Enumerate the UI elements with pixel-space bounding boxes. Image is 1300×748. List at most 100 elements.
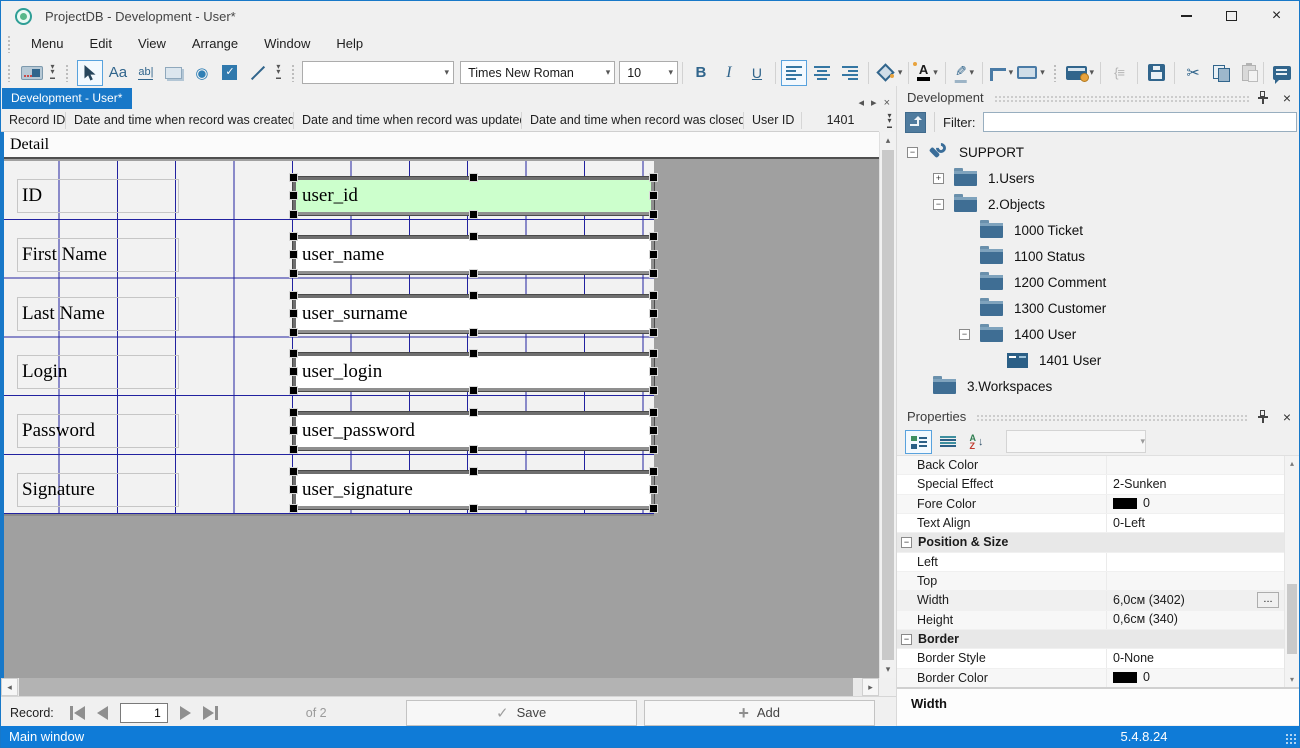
- close-panel-icon[interactable]: ×: [1279, 91, 1295, 105]
- last-record-button[interactable]: [203, 706, 218, 720]
- tree-item-workspaces[interactable]: 3.Workspaces: [897, 373, 1300, 396]
- tree-item-support[interactable]: − SUPPORT: [897, 139, 1300, 165]
- highlight-color-button[interactable]: ✎: [951, 60, 977, 86]
- pin-icon[interactable]: [1257, 410, 1269, 423]
- properties-scrollbar[interactable]: ▴ ▾: [1284, 456, 1299, 687]
- selection-handle[interactable]: [290, 174, 297, 181]
- toolbar-grip[interactable]: [1053, 64, 1058, 82]
- selection-handle[interactable]: [290, 387, 297, 394]
- selection-handle[interactable]: [290, 270, 297, 277]
- property-row-width[interactable]: Width 6,0см (3402)...: [897, 591, 1300, 610]
- tree-item-1300-customer[interactable]: 1300 Customer: [897, 295, 1300, 321]
- selection-handle[interactable]: [650, 270, 657, 277]
- selection-handle[interactable]: [470, 468, 477, 475]
- form-settings-button[interactable]: [1065, 60, 1095, 86]
- selection-handle[interactable]: [470, 409, 477, 416]
- designer-field-user-password[interactable]: user_password: [293, 412, 654, 450]
- tree-item-1200-comment[interactable]: 1200 Comment: [897, 269, 1300, 295]
- selection-handle[interactable]: [650, 350, 657, 357]
- textbox-tool-button[interactable]: ab|: [133, 60, 159, 86]
- property-row-top[interactable]: Top: [897, 572, 1300, 591]
- select-pointer-button[interactable]: [77, 60, 103, 86]
- property-group-position-size[interactable]: − Position & Size: [897, 533, 1300, 552]
- menu-item-arrange[interactable]: Arrange: [179, 33, 251, 54]
- paste-button[interactable]: [1236, 60, 1262, 86]
- tab-development-user[interactable]: Development - User*: [2, 88, 132, 109]
- vertical-scrollbar[interactable]: ▴ ▾: [879, 132, 896, 678]
- bold-button[interactable]: B: [688, 60, 714, 86]
- header-updated[interactable]: Date and time when record was updated: [294, 112, 522, 129]
- property-row-back-color[interactable]: Back Color: [897, 456, 1300, 475]
- designer-field-user-name[interactable]: user_name: [293, 236, 654, 274]
- comments-panel-button[interactable]: [1269, 60, 1295, 86]
- horizontal-scrollbar[interactable]: ◂ ▸: [1, 678, 879, 696]
- selection-handle[interactable]: [290, 211, 297, 218]
- selection-handle[interactable]: [650, 310, 657, 317]
- cut-button[interactable]: ✂: [1180, 60, 1206, 86]
- fill-color-button[interactable]: [874, 60, 903, 86]
- header-user-id-value[interactable]: 1401: [802, 112, 879, 129]
- first-record-button[interactable]: [70, 706, 85, 720]
- designer-label[interactable]: Password: [17, 414, 179, 448]
- scroll-up-icon[interactable]: ▴: [1285, 456, 1299, 471]
- selection-handle[interactable]: [650, 292, 657, 299]
- selection-handle[interactable]: [290, 310, 297, 317]
- property-row-fore-color[interactable]: Fore Color 0: [897, 495, 1300, 514]
- italic-button[interactable]: I: [716, 60, 742, 86]
- selection-handle[interactable]: [470, 211, 477, 218]
- tree-item-1000-ticket[interactable]: 1000 Ticket: [897, 217, 1300, 243]
- form-view-button[interactable]: [19, 60, 45, 86]
- font-size-combobox[interactable]: 10: [619, 61, 678, 84]
- header-user-id[interactable]: User ID: [744, 112, 802, 129]
- save-button[interactable]: [1143, 60, 1169, 86]
- tree-item-users[interactable]: + 1.Users: [897, 165, 1300, 191]
- collapse-icon[interactable]: −: [933, 199, 944, 210]
- selection-handle[interactable]: [650, 409, 657, 416]
- designer-field-user-login[interactable]: user_login: [293, 353, 654, 391]
- collapse-icon[interactable]: −: [907, 147, 918, 158]
- selection-handle[interactable]: [470, 292, 477, 299]
- designer-field-user-id[interactable]: user_id: [293, 177, 654, 215]
- selection-handle[interactable]: [470, 233, 477, 240]
- header-created[interactable]: Date and time when record was created: [66, 112, 294, 129]
- selection-handle[interactable]: [470, 270, 477, 277]
- list-view-button[interactable]: [934, 430, 961, 454]
- property-group-border[interactable]: − Border: [897, 630, 1300, 649]
- property-object-combobox[interactable]: [1006, 430, 1146, 453]
- current-record-input[interactable]: [120, 703, 168, 723]
- copy-button[interactable]: [1208, 60, 1234, 86]
- header-closed[interactable]: Date and time when record was closed: [522, 112, 744, 129]
- selection-handle[interactable]: [290, 368, 297, 375]
- font-color-button[interactable]: A: [914, 60, 940, 86]
- property-row-height[interactable]: Height 0,6см (340): [897, 611, 1300, 630]
- selection-handle[interactable]: [650, 192, 657, 199]
- collapse-icon[interactable]: −: [901, 537, 912, 548]
- sort-alphabetical-button[interactable]: AZ↓: [963, 430, 990, 454]
- collapse-icon[interactable]: −: [901, 634, 912, 645]
- selection-handle[interactable]: [650, 446, 657, 453]
- toolbar-grip[interactable]: [65, 64, 70, 82]
- vertical-scrollbar-thumb[interactable]: [882, 150, 894, 660]
- selection-handle[interactable]: [290, 427, 297, 434]
- panel-splitter[interactable]: [897, 396, 1300, 405]
- tab-close-icon[interactable]: ×: [884, 97, 890, 109]
- selection-handle[interactable]: [290, 446, 297, 453]
- collapse-icon[interactable]: −: [959, 329, 970, 340]
- designer-label[interactable]: Login: [17, 355, 179, 389]
- filter-input[interactable]: [983, 112, 1298, 132]
- toolbar-grip[interactable]: [7, 64, 12, 82]
- selection-handle[interactable]: [290, 486, 297, 493]
- tree-item-1100-status[interactable]: 1100 Status: [897, 243, 1300, 269]
- line-tool-button[interactable]: [245, 60, 271, 86]
- ellipsis-button[interactable]: ...: [1257, 592, 1279, 608]
- locate-object-button[interactable]: [905, 112, 926, 133]
- add-record-button[interactable]: +Add: [644, 700, 875, 726]
- properties-scrollbar-thumb[interactable]: [1287, 584, 1297, 654]
- menu-item-menu[interactable]: Menu: [18, 33, 77, 54]
- selection-handle[interactable]: [650, 368, 657, 375]
- previous-record-button[interactable]: [97, 706, 108, 720]
- selection-handle[interactable]: [290, 233, 297, 240]
- selection-handle[interactable]: [650, 427, 657, 434]
- header-overflow-chevron-icon[interactable]: [887, 113, 892, 130]
- scroll-right-icon[interactable]: ▸: [862, 678, 879, 696]
